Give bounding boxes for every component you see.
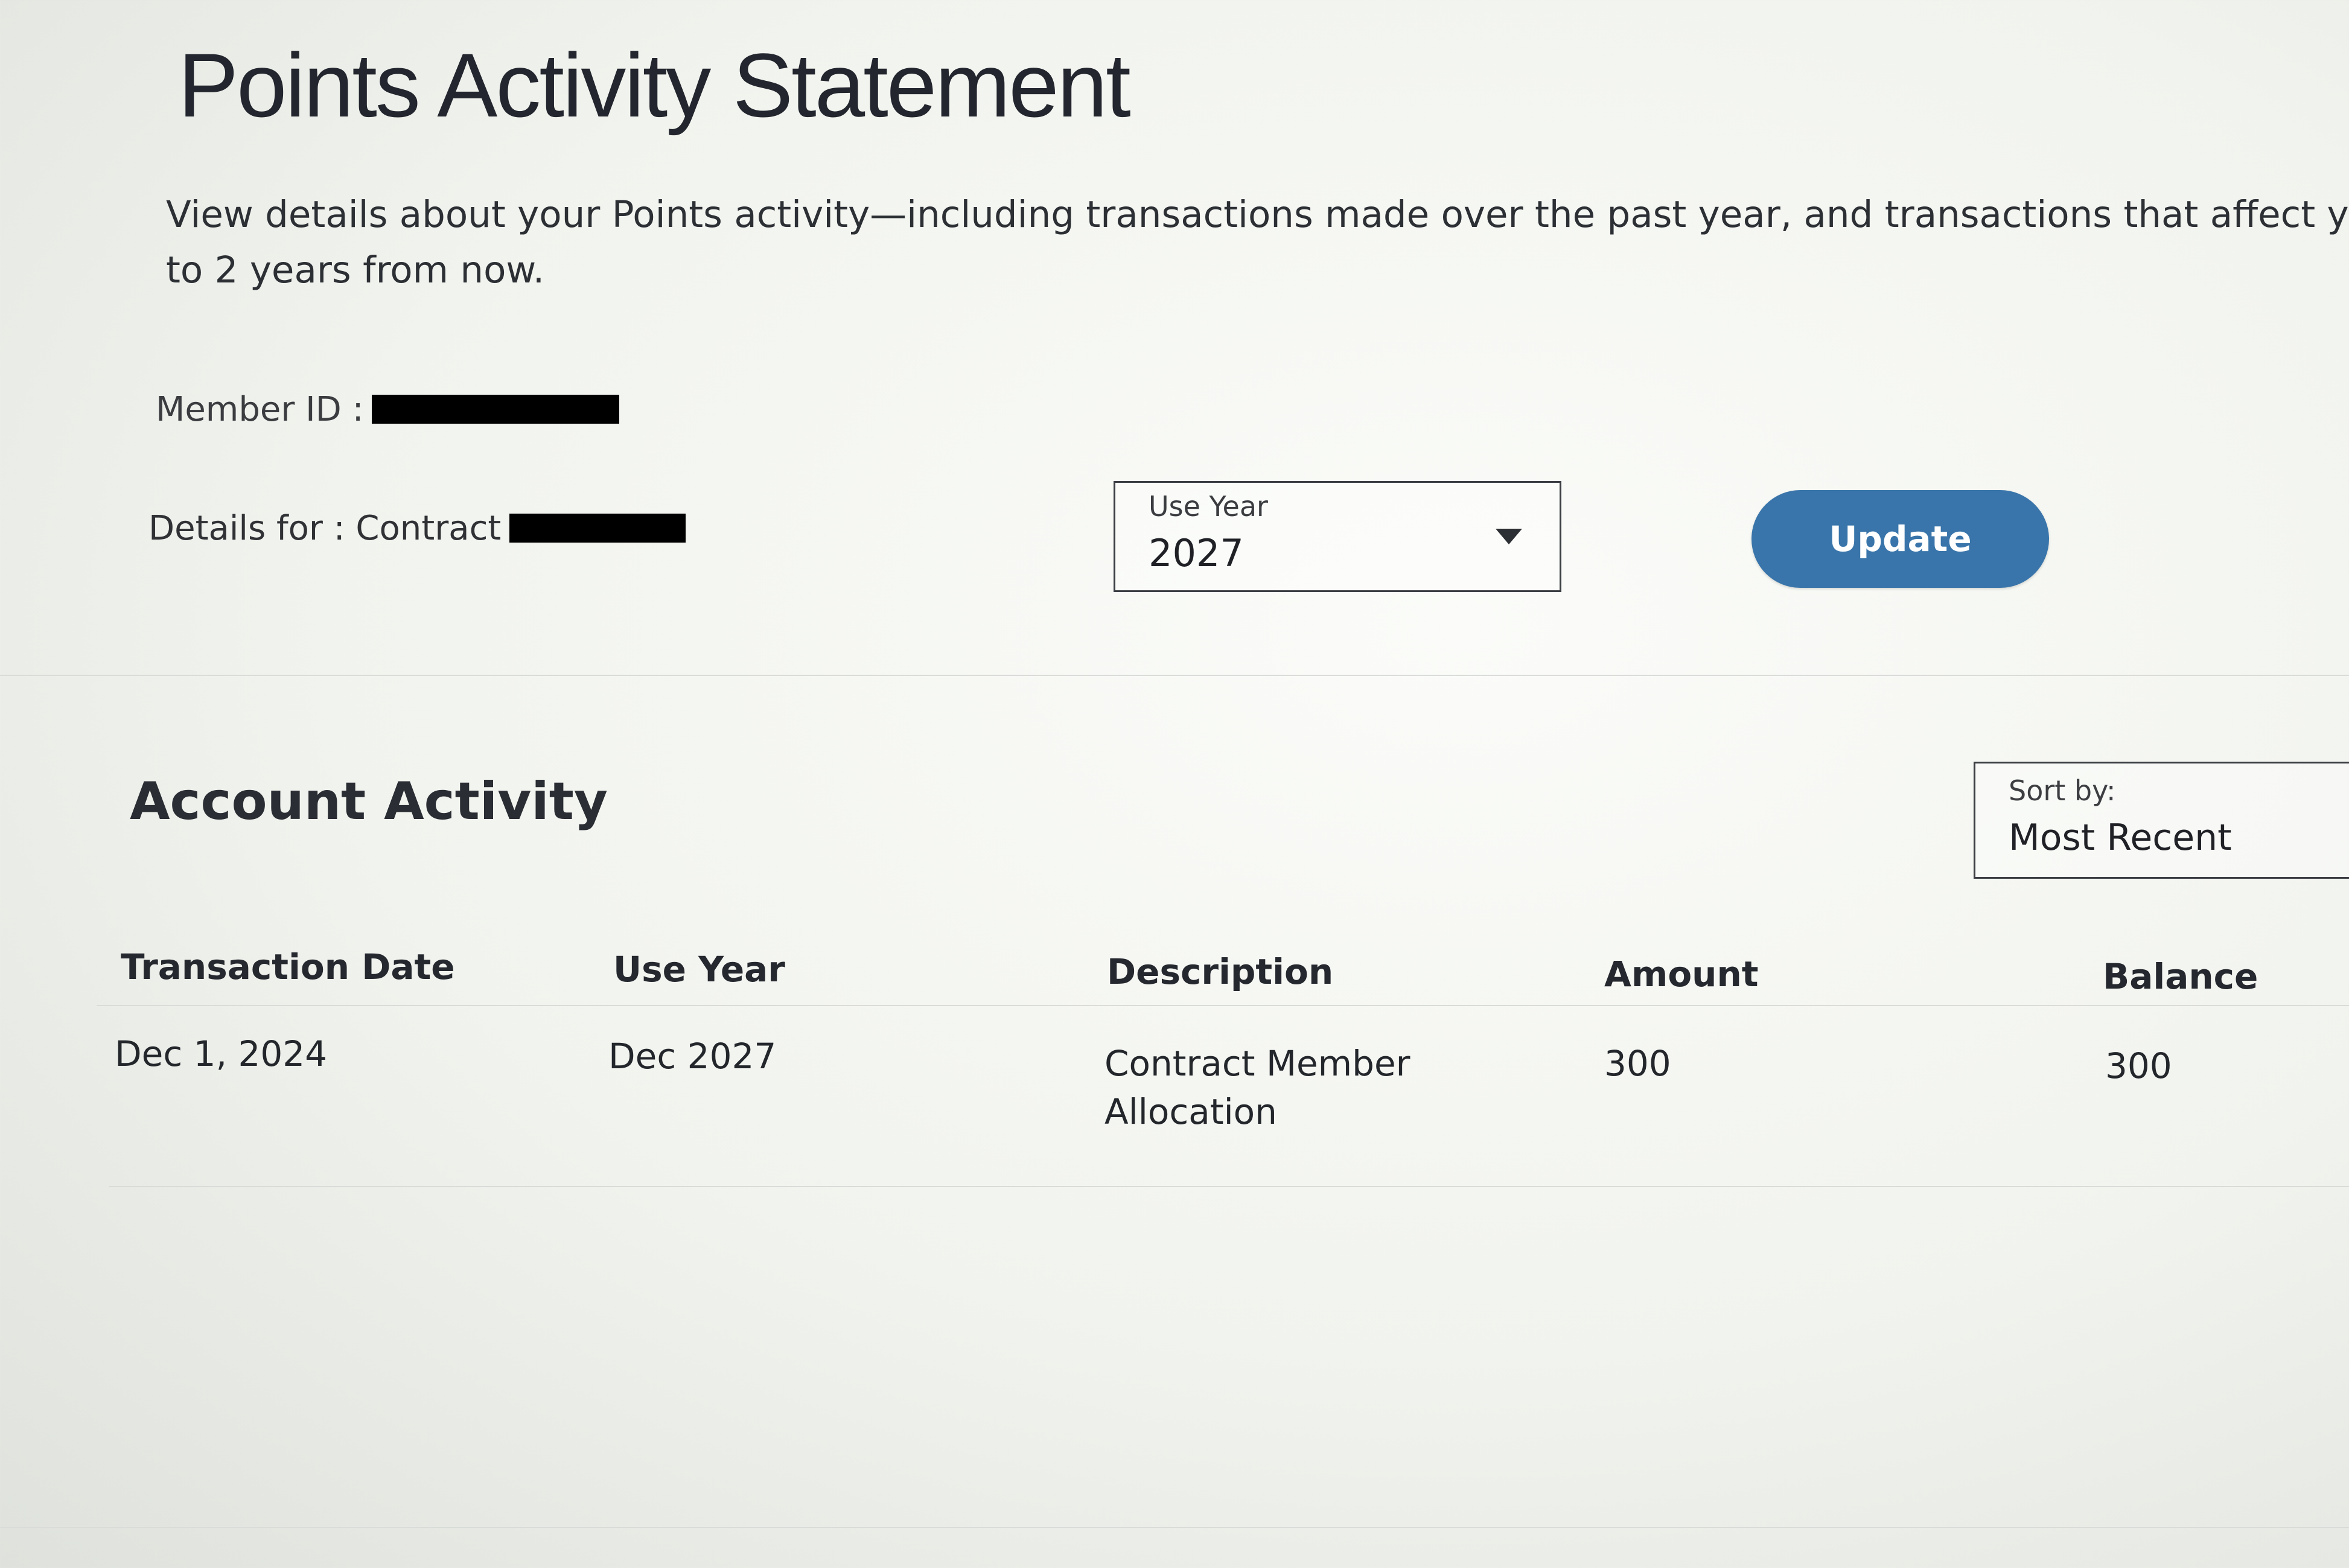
contract-details-row: Details for : Contract (148, 504, 686, 552)
use-year-select[interactable]: Use Year 2027 (1114, 481, 1561, 592)
member-id-label: Member ID : (156, 389, 364, 429)
column-header-transaction-date: Transaction Date (121, 946, 455, 987)
column-header-description: Description (1107, 951, 1334, 992)
column-header-amount: Amount (1604, 954, 1759, 995)
sort-by-select[interactable]: Sort by: Most Recent (1974, 762, 2349, 879)
cell-description: Contract Member Allocation (1104, 1043, 1410, 1132)
intro-text: View details about your Points activity—… (166, 187, 2349, 298)
contract-number-redaction (509, 514, 686, 543)
update-button[interactable]: Update (1751, 490, 2049, 588)
table-row-divider (109, 1186, 2349, 1187)
sort-by-label: Sort by: (2009, 774, 2116, 807)
intro-line-2: to 2 years from now. (166, 249, 545, 292)
use-year-select-label: Use Year (1149, 490, 1268, 523)
contract-details-label: Details for : Contract (148, 508, 502, 548)
sort-by-value: Most Recent (2009, 817, 2232, 859)
column-header-balance: Balance (2103, 956, 2258, 997)
cell-transaction-date: Dec 1, 2024 (115, 1033, 328, 1074)
caret-down-icon[interactable] (1496, 529, 1522, 544)
intro-line-1: View details about your Points activity—… (166, 193, 2349, 236)
cell-balance: 300 (2105, 1045, 2172, 1086)
member-id-redaction (372, 395, 620, 424)
cell-use-year: Dec 2027 (608, 1036, 777, 1077)
use-year-select-value: 2027 (1149, 531, 1244, 575)
section-divider (0, 675, 2349, 676)
cell-amount: 300 (1604, 1043, 1671, 1084)
column-header-use-year: Use Year (613, 949, 785, 990)
bottom-divider (0, 1527, 2349, 1528)
page-title: Points Activity Statement (178, 34, 1131, 136)
table-header-divider (97, 1005, 2349, 1006)
member-id-row: Member ID : (156, 385, 620, 433)
account-activity-title: Account Activity (130, 771, 608, 832)
